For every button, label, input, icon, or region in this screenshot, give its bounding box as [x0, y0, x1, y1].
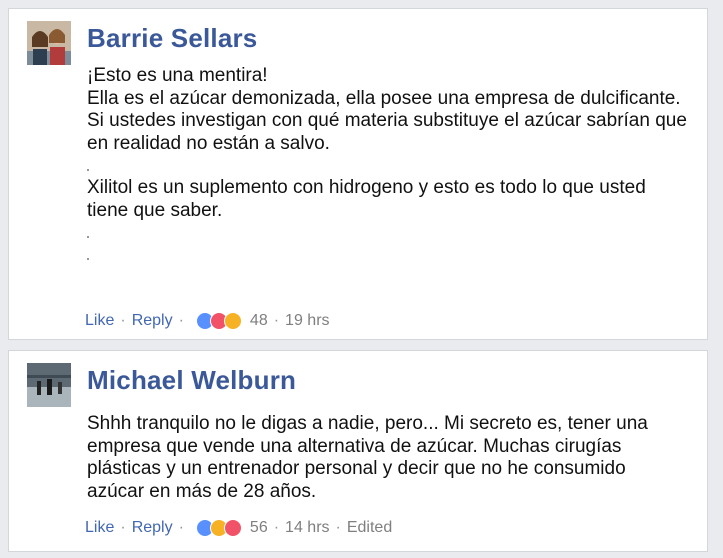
comment-paragraph: Xilitol es un suplemento con hidrogeno y… — [87, 177, 646, 221]
separator: · — [120, 312, 126, 329]
divider — [87, 222, 687, 244]
separator: · — [178, 519, 184, 536]
avatar[interactable] — [27, 363, 71, 407]
separator: · — [178, 312, 184, 329]
reaction-count[interactable]: 48 — [250, 312, 268, 330]
reply-link[interactable]: Reply — [132, 312, 173, 330]
edited-label[interactable]: Edited — [347, 519, 392, 537]
comment-paragraph: ¡Esto es una mentira! Ella es el azúcar … — [87, 65, 687, 154]
like-link[interactable]: Like — [85, 519, 114, 537]
comment-actions: Like · Reply · 56 · 14 hrs · Edited — [85, 519, 392, 537]
timestamp[interactable]: 14 hrs — [285, 519, 329, 537]
separator: · — [335, 519, 341, 536]
timestamp[interactable]: 19 hrs — [285, 312, 329, 330]
comment-paragraph: Shhh tranquilo no le digas a nadie, pero… — [87, 413, 648, 502]
comment-actions: Like · Reply · 48 · 19 hrs — [85, 312, 330, 330]
divider — [87, 244, 687, 266]
reply-link[interactable]: Reply — [132, 519, 173, 537]
reactions[interactable] — [195, 312, 242, 330]
avatar-photo-icon — [27, 363, 71, 407]
separator: · — [120, 519, 126, 536]
avatar[interactable] — [27, 21, 71, 65]
comment-author[interactable]: Barrie Sellars — [87, 23, 257, 54]
comment-card: Michael Welburn Shhh tranquilo no le dig… — [8, 350, 708, 552]
divider — [87, 155, 687, 177]
reactions[interactable] — [195, 519, 242, 537]
separator: · — [273, 519, 280, 536]
love-reaction-icon — [223, 519, 242, 537]
comment-body: ¡Esto es una mentira! Ella es el azúcar … — [87, 65, 687, 266]
comment-author[interactable]: Michael Welburn — [87, 365, 296, 396]
avatar-photo-icon — [27, 21, 71, 65]
comment-body: Shhh tranquilo no le digas a nadie, pero… — [87, 413, 687, 503]
reaction-count[interactable]: 56 — [250, 519, 268, 537]
like-link[interactable]: Like — [85, 312, 114, 330]
comment-card: Barrie Sellars ¡Esto es una mentira! Ell… — [8, 8, 708, 340]
haha-reaction-icon — [223, 312, 242, 330]
separator: · — [273, 312, 280, 329]
